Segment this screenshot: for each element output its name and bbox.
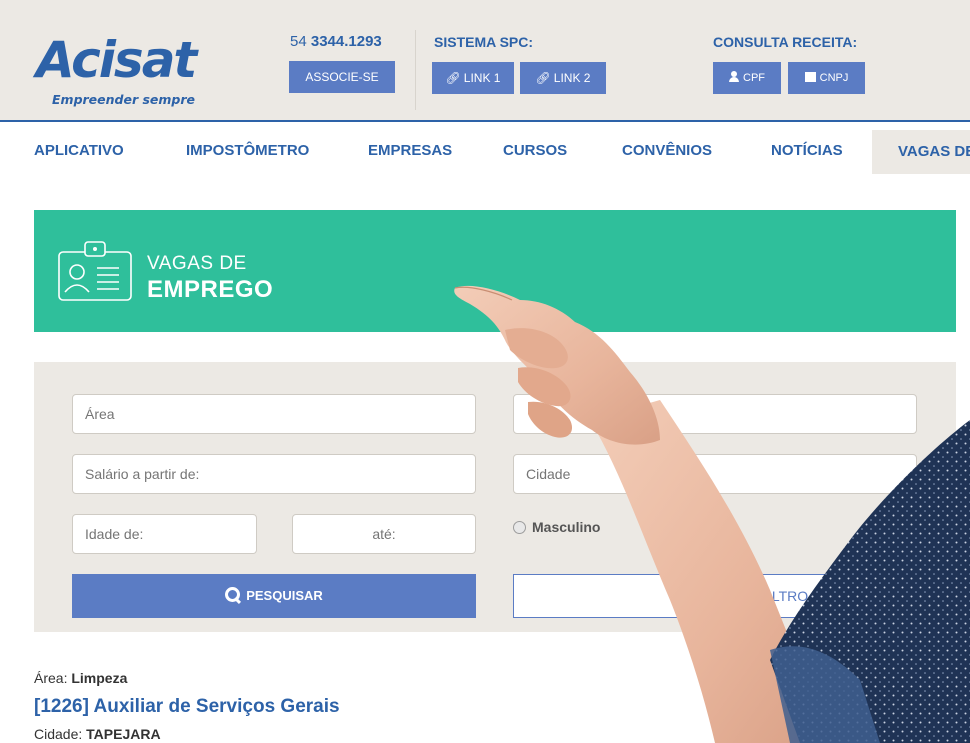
- female-label-partial: no: [668, 519, 686, 535]
- id-card-icon: [58, 241, 132, 301]
- phone-prefix: 54: [290, 33, 311, 50]
- logo-wordmark: Acisat: [36, 31, 197, 89]
- male-label: Masculino: [532, 519, 601, 535]
- cpf-button[interactable]: CPF: [713, 62, 781, 94]
- person-icon: [729, 71, 739, 82]
- page-banner: VAGAS DE EMPREGO: [34, 210, 956, 332]
- phone-number: 54 3344.1293: [290, 33, 382, 50]
- spc-link2-button[interactable]: 🔗︎ LINK 2: [520, 62, 606, 94]
- result-area-label: Área:: [34, 670, 72, 686]
- result-city-value: TAPEJARA: [86, 726, 161, 742]
- nav-item-empresas[interactable]: EMPRESAS: [368, 142, 452, 159]
- banner-title-line2: EMPREGO: [147, 276, 274, 303]
- phone-main: 3344.1293: [310, 33, 382, 50]
- nav-item-impostometro[interactable]: IMPOSTÔMETRO: [186, 142, 309, 159]
- search-button-label: PESQUISAR: [246, 588, 323, 603]
- receita-label: CONSULTA RECEITA:: [713, 34, 858, 50]
- main-nav: APLICATIVO IMPOSTÔMETRO EMPRESAS CURSOS …: [0, 130, 970, 174]
- secondary-input[interactable]: [513, 394, 917, 434]
- link-icon: 🔗︎: [535, 71, 551, 85]
- site-header: Acisat Empreender sempre 54 3344.1293 AS…: [0, 0, 970, 122]
- filter-button[interactable]: LTRO: [513, 574, 917, 618]
- result-area-value: Limpeza: [71, 670, 128, 686]
- area-input[interactable]: [72, 394, 476, 434]
- result-city: Cidade: TAPEJARA: [34, 726, 161, 742]
- banner-title-line1: VAGAS DE: [147, 253, 247, 274]
- cpf-label: CPF: [743, 72, 765, 84]
- filter-button-label: LTRO: [771, 588, 809, 604]
- factory-icon: [804, 72, 816, 82]
- cnpj-button[interactable]: CNPJ: [788, 62, 865, 94]
- nav-item-aplicativo[interactable]: APLICATIVO: [34, 142, 124, 159]
- spc-link1-button[interactable]: 🔗︎ LINK 1: [432, 62, 514, 94]
- salary-input[interactable]: [72, 454, 476, 494]
- acisat-logo[interactable]: Acisat Empreender sempre: [34, 30, 234, 112]
- spc-link2-label: LINK 2: [553, 71, 591, 85]
- cnpj-label: CNPJ: [819, 72, 849, 84]
- search-icon: [225, 587, 241, 603]
- associe-button[interactable]: ASSOCIE-SE: [289, 61, 395, 93]
- age-from-input[interactable]: [72, 514, 257, 554]
- spc-link1-label: LINK 1: [463, 71, 501, 85]
- link-icon: 🔗︎: [445, 71, 461, 85]
- nav-item-cursos[interactable]: CURSOS: [503, 142, 567, 159]
- result-title-link[interactable]: [1226] Auxiliar de Serviços Gerais: [34, 696, 340, 718]
- search-button[interactable]: PESQUISAR: [72, 574, 476, 618]
- nav-item-convenios[interactable]: CONVÊNIOS: [622, 142, 712, 159]
- age-to-input[interactable]: [292, 514, 476, 554]
- result-city-label: Cidade:: [34, 726, 87, 742]
- header-divider: [415, 30, 416, 110]
- male-radio[interactable]: [513, 521, 526, 534]
- logo-tagline: Empreender sempre: [52, 92, 196, 107]
- nav-item-noticias[interactable]: NOTÍCIAS: [771, 142, 843, 159]
- spc-label: SISTEMA SPC:: [434, 34, 534, 50]
- gender-radio-group: Masculino no: [513, 519, 685, 535]
- nav-item-vagas[interactable]: VAGAS DE: [872, 130, 970, 174]
- city-input[interactable]: [513, 454, 917, 494]
- result-area: Área: Limpeza: [34, 670, 127, 686]
